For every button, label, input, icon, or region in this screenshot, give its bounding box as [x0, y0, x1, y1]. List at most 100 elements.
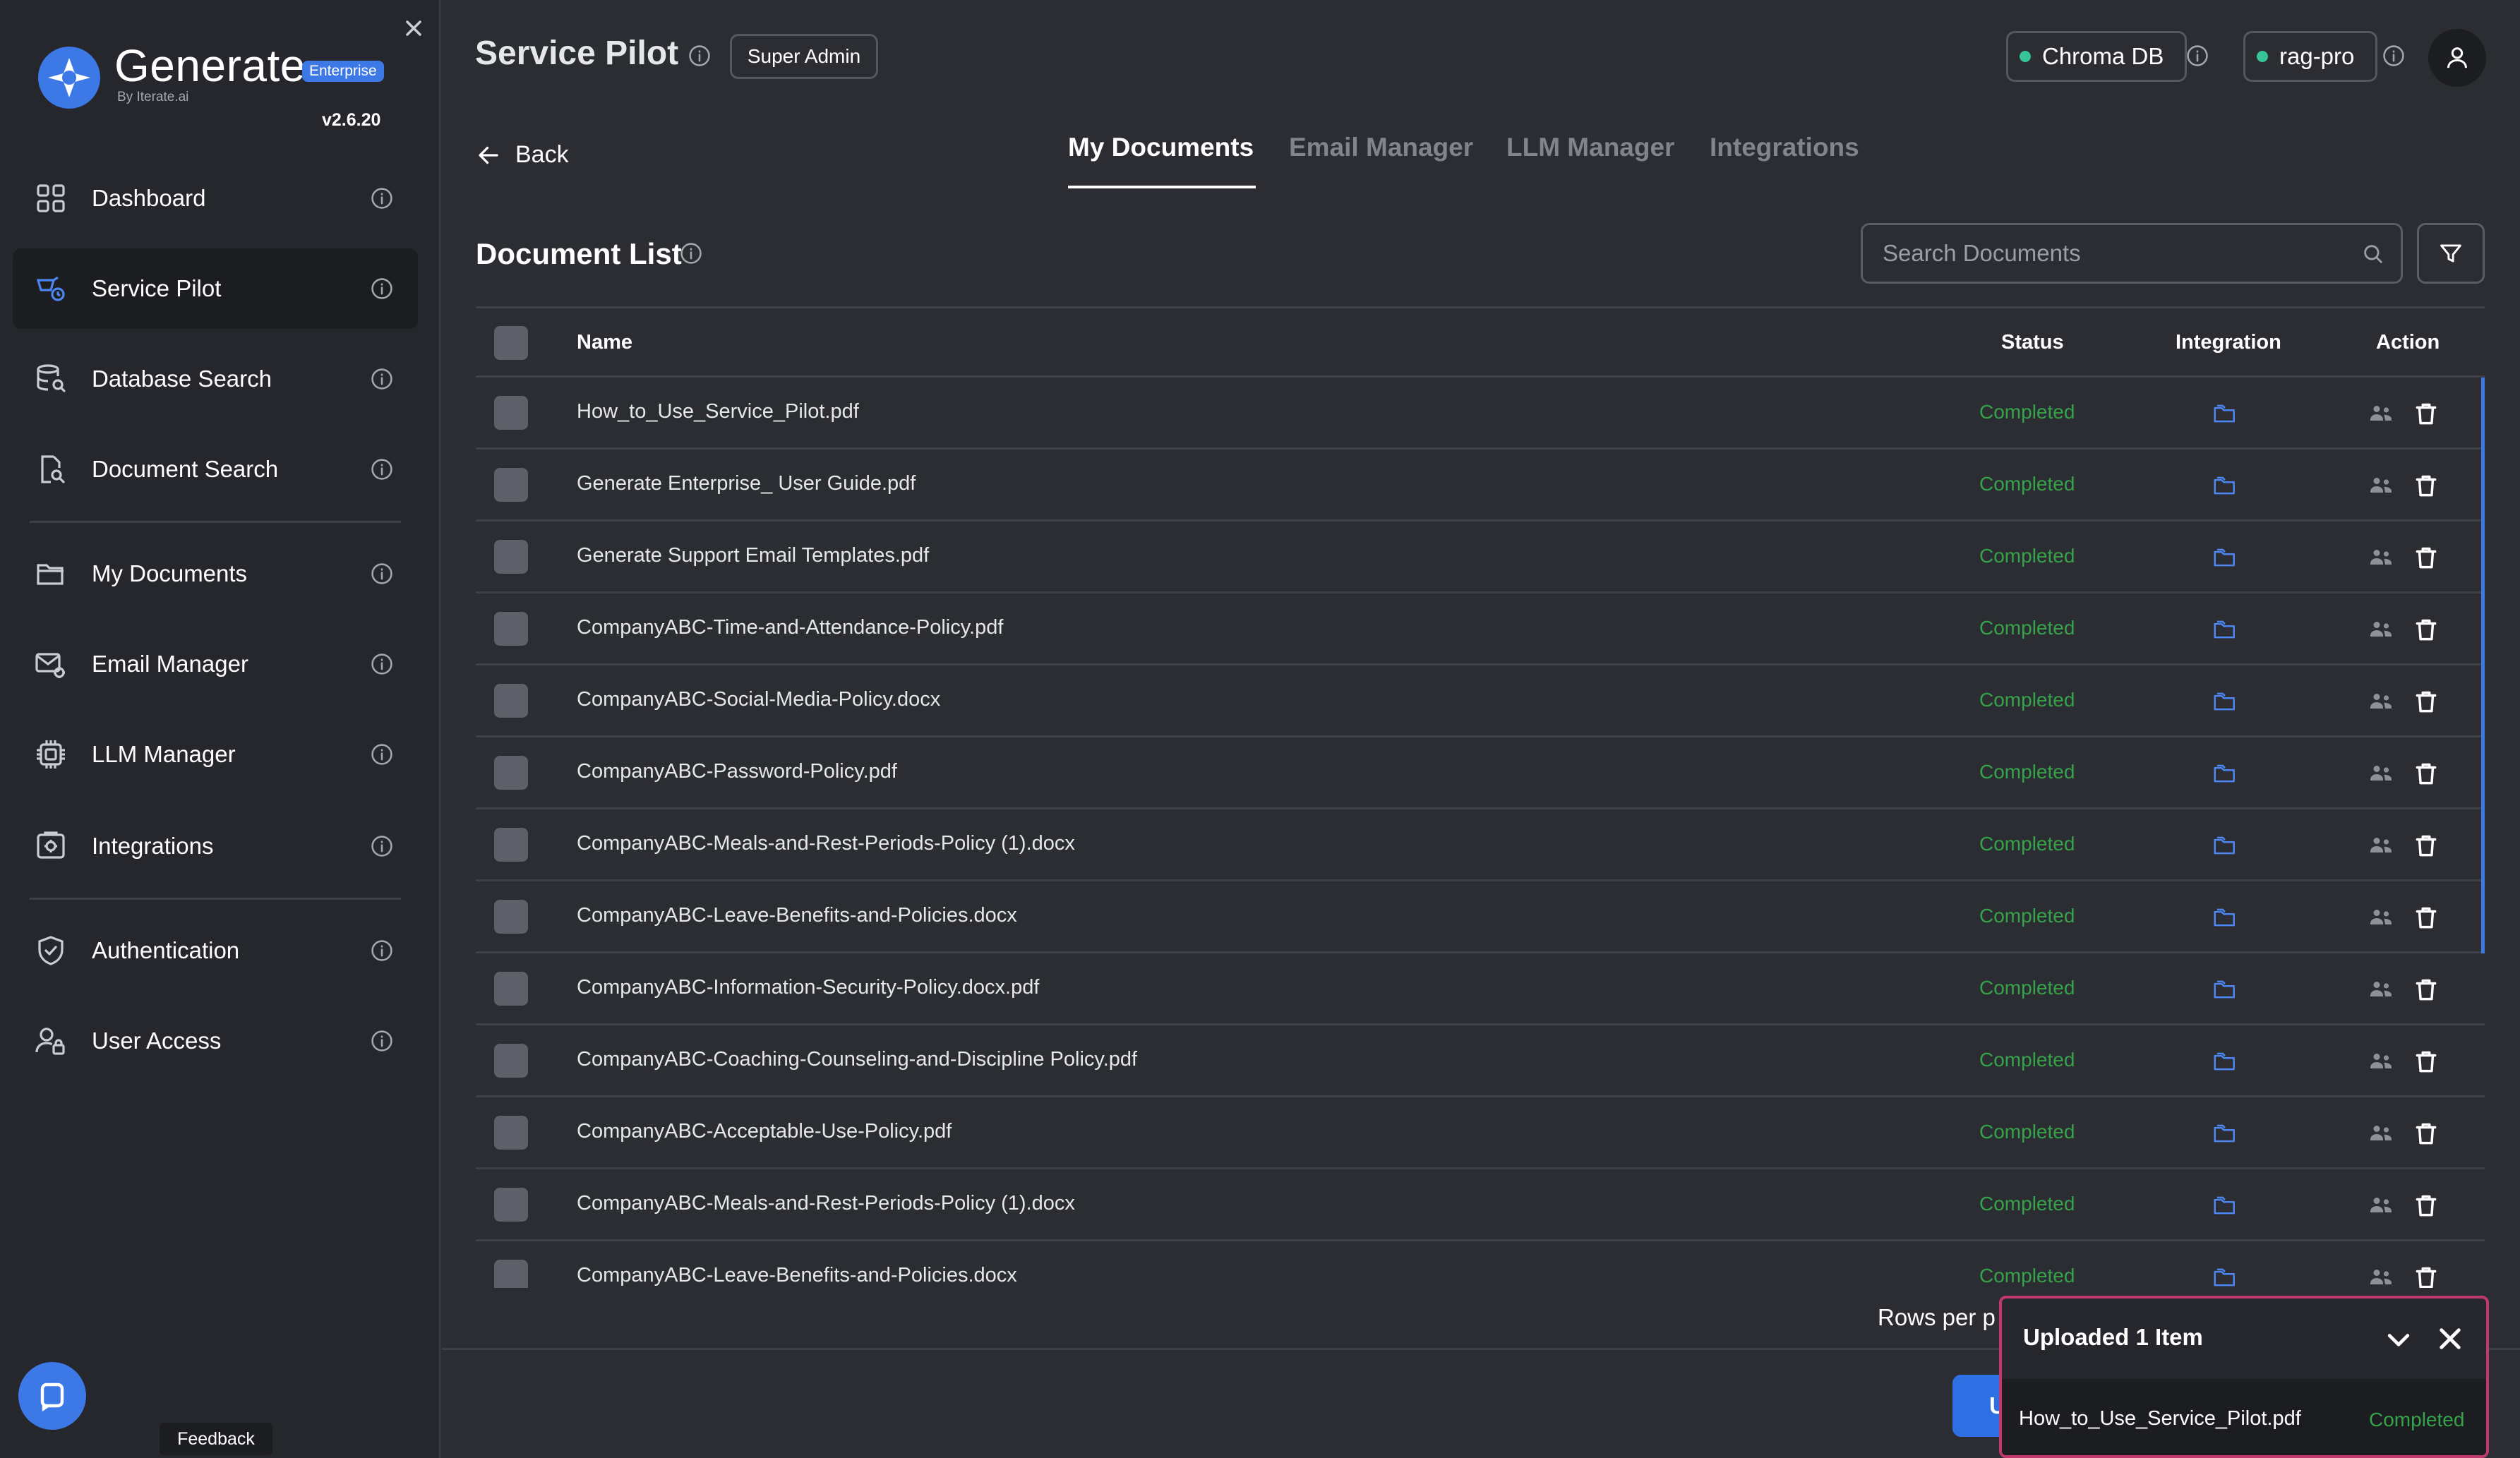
info-icon[interactable] — [370, 186, 394, 210]
chevron-down-icon[interactable] — [2383, 1324, 2414, 1355]
chat-launcher-button[interactable] — [18, 1362, 86, 1430]
sidebar-item-authentication[interactable]: Authentication — [13, 910, 418, 991]
tab-my-documents[interactable]: My Documents — [1068, 133, 1254, 162]
document-name[interactable]: Generate Enterprise_ User Guide.pdf — [577, 472, 916, 495]
row-checkbox[interactable] — [494, 396, 528, 430]
row-checkbox[interactable] — [494, 900, 528, 934]
sidebar-item-user-access[interactable]: User Access — [13, 1001, 418, 1081]
document-name[interactable]: CompanyABC-Password-Policy.pdf — [577, 760, 897, 783]
folder-icon[interactable] — [2211, 1192, 2239, 1219]
info-icon[interactable] — [370, 1029, 394, 1053]
document-name[interactable]: CompanyABC-Time-and-Attendance-Policy.pd… — [577, 616, 1003, 639]
info-icon[interactable] — [2185, 44, 2209, 68]
tab-email-manager[interactable]: Email Manager — [1289, 133, 1473, 162]
share-users-icon[interactable] — [2368, 474, 2394, 499]
sidebar-item-integrations[interactable]: Integrations — [13, 806, 418, 886]
info-icon[interactable] — [679, 241, 703, 265]
trash-icon[interactable] — [2413, 616, 2440, 644]
row-checkbox[interactable] — [494, 1044, 528, 1078]
trash-icon[interactable] — [2413, 1120, 2440, 1148]
info-icon[interactable] — [370, 742, 394, 766]
trash-icon[interactable] — [2413, 544, 2440, 572]
row-checkbox[interactable] — [494, 1188, 528, 1222]
info-icon[interactable] — [370, 562, 394, 586]
table-row[interactable]: Generate Enterprise_ User Guide.pdf Compl… — [476, 450, 2485, 522]
share-users-icon[interactable] — [2368, 1265, 2394, 1288]
folder-icon[interactable] — [2211, 832, 2239, 859]
table-row[interactable]: CompanyABC-Meals-and-Rest-Periods-Policy… — [476, 1169, 2485, 1241]
trash-icon[interactable] — [2413, 904, 2440, 932]
document-name[interactable]: How_to_Use_Service_Pilot.pdf — [577, 400, 859, 423]
model-status[interactable]: rag-pro — [2243, 31, 2377, 82]
share-users-icon[interactable] — [2368, 833, 2394, 859]
info-icon[interactable] — [370, 457, 394, 481]
table-scrollbar[interactable] — [2481, 378, 2485, 953]
table-row[interactable]: CompanyABC-Leave-Benefits-and-Policies.d… — [476, 1241, 2485, 1288]
sidebar-item-database-search[interactable]: Database Search — [13, 339, 418, 419]
table-row[interactable]: CompanyABC-Meals-and-Rest-Periods-Policy… — [476, 809, 2485, 881]
document-name[interactable]: CompanyABC-Meals-and-Rest-Periods-Policy… — [577, 1192, 1075, 1215]
document-name[interactable]: CompanyABC-Leave-Benefits-and-Policies.d… — [577, 904, 1017, 927]
row-checkbox[interactable] — [494, 1116, 528, 1150]
close-icon[interactable] — [2435, 1324, 2465, 1354]
folder-icon[interactable] — [2211, 616, 2239, 643]
info-icon[interactable] — [370, 367, 394, 391]
table-row[interactable]: CompanyABC-Social-Media-Policy.docx Compl… — [476, 665, 2485, 737]
sidebar-item-llm-manager[interactable]: LLM Manager — [13, 714, 418, 795]
info-icon[interactable] — [370, 939, 394, 963]
row-checkbox[interactable] — [494, 540, 528, 574]
back-button[interactable]: Back — [476, 141, 569, 169]
folder-icon[interactable] — [2211, 544, 2239, 571]
trash-icon[interactable] — [2413, 1192, 2440, 1220]
document-name[interactable]: CompanyABC-Social-Media-Policy.docx — [577, 688, 940, 711]
share-users-icon[interactable] — [2368, 905, 2394, 931]
share-users-icon[interactable] — [2368, 546, 2394, 571]
column-header-name[interactable]: Name — [577, 331, 632, 354]
share-users-icon[interactable] — [2368, 689, 2394, 715]
share-users-icon[interactable] — [2368, 1121, 2394, 1147]
vector-db-status[interactable]: Chroma DB — [2006, 31, 2187, 82]
trash-icon[interactable] — [2413, 832, 2440, 860]
share-users-icon[interactable] — [2368, 761, 2394, 787]
document-name[interactable]: CompanyABC-Information-Security-Policy.d… — [577, 976, 1039, 999]
trash-icon[interactable] — [2413, 400, 2440, 428]
sidebar-item-document-search[interactable]: Document Search — [13, 429, 418, 510]
feedback-button[interactable]: Feedback — [160, 1423, 272, 1455]
trash-icon[interactable] — [2413, 472, 2440, 500]
row-checkbox[interactable] — [494, 468, 528, 502]
row-checkbox[interactable] — [494, 756, 528, 790]
info-icon[interactable] — [370, 834, 394, 858]
search-input[interactable] — [1863, 225, 2401, 282]
table-row[interactable]: CompanyABC-Coaching-Counseling-and-Disci… — [476, 1025, 2485, 1097]
document-name[interactable]: CompanyABC-Meals-and-Rest-Periods-Policy… — [577, 832, 1075, 855]
document-name[interactable]: CompanyABC-Coaching-Counseling-and-Disci… — [577, 1048, 1137, 1071]
folder-icon[interactable] — [2211, 472, 2239, 499]
info-icon[interactable] — [2382, 44, 2406, 68]
share-users-icon[interactable] — [2368, 617, 2394, 643]
tab-llm-manager[interactable]: LLM Manager — [1506, 133, 1674, 162]
info-icon[interactable] — [370, 277, 394, 301]
trash-icon[interactable] — [2413, 1048, 2440, 1076]
row-checkbox[interactable] — [494, 684, 528, 718]
sidebar-item-dashboard[interactable]: Dashboard — [13, 158, 418, 239]
row-checkbox[interactable] — [494, 972, 528, 1006]
folder-icon[interactable] — [2211, 1048, 2239, 1075]
table-row[interactable]: Generate Support Email Templates.pdf Comp… — [476, 522, 2485, 594]
trash-icon[interactable] — [2413, 760, 2440, 788]
info-icon[interactable] — [370, 652, 394, 676]
folder-icon[interactable] — [2211, 760, 2239, 787]
table-row[interactable]: CompanyABC-Leave-Benefits-and-Policies.d… — [476, 881, 2485, 953]
folder-icon[interactable] — [2211, 1264, 2239, 1288]
trash-icon[interactable] — [2413, 688, 2440, 716]
row-checkbox[interactable] — [494, 828, 528, 862]
share-users-icon[interactable] — [2368, 1049, 2394, 1075]
row-checkbox[interactable] — [494, 612, 528, 646]
folder-icon[interactable] — [2211, 976, 2239, 1003]
document-name[interactable]: CompanyABC-Acceptable-Use-Policy.pdf — [577, 1120, 952, 1143]
close-sidebar-icon[interactable] — [401, 16, 426, 41]
row-checkbox[interactable] — [494, 1260, 528, 1288]
document-name[interactable]: Generate Support Email Templates.pdf — [577, 544, 929, 567]
table-row[interactable]: CompanyABC-Information-Security-Policy.d… — [476, 953, 2485, 1025]
share-users-icon[interactable] — [2368, 402, 2394, 427]
info-icon[interactable] — [688, 44, 712, 68]
